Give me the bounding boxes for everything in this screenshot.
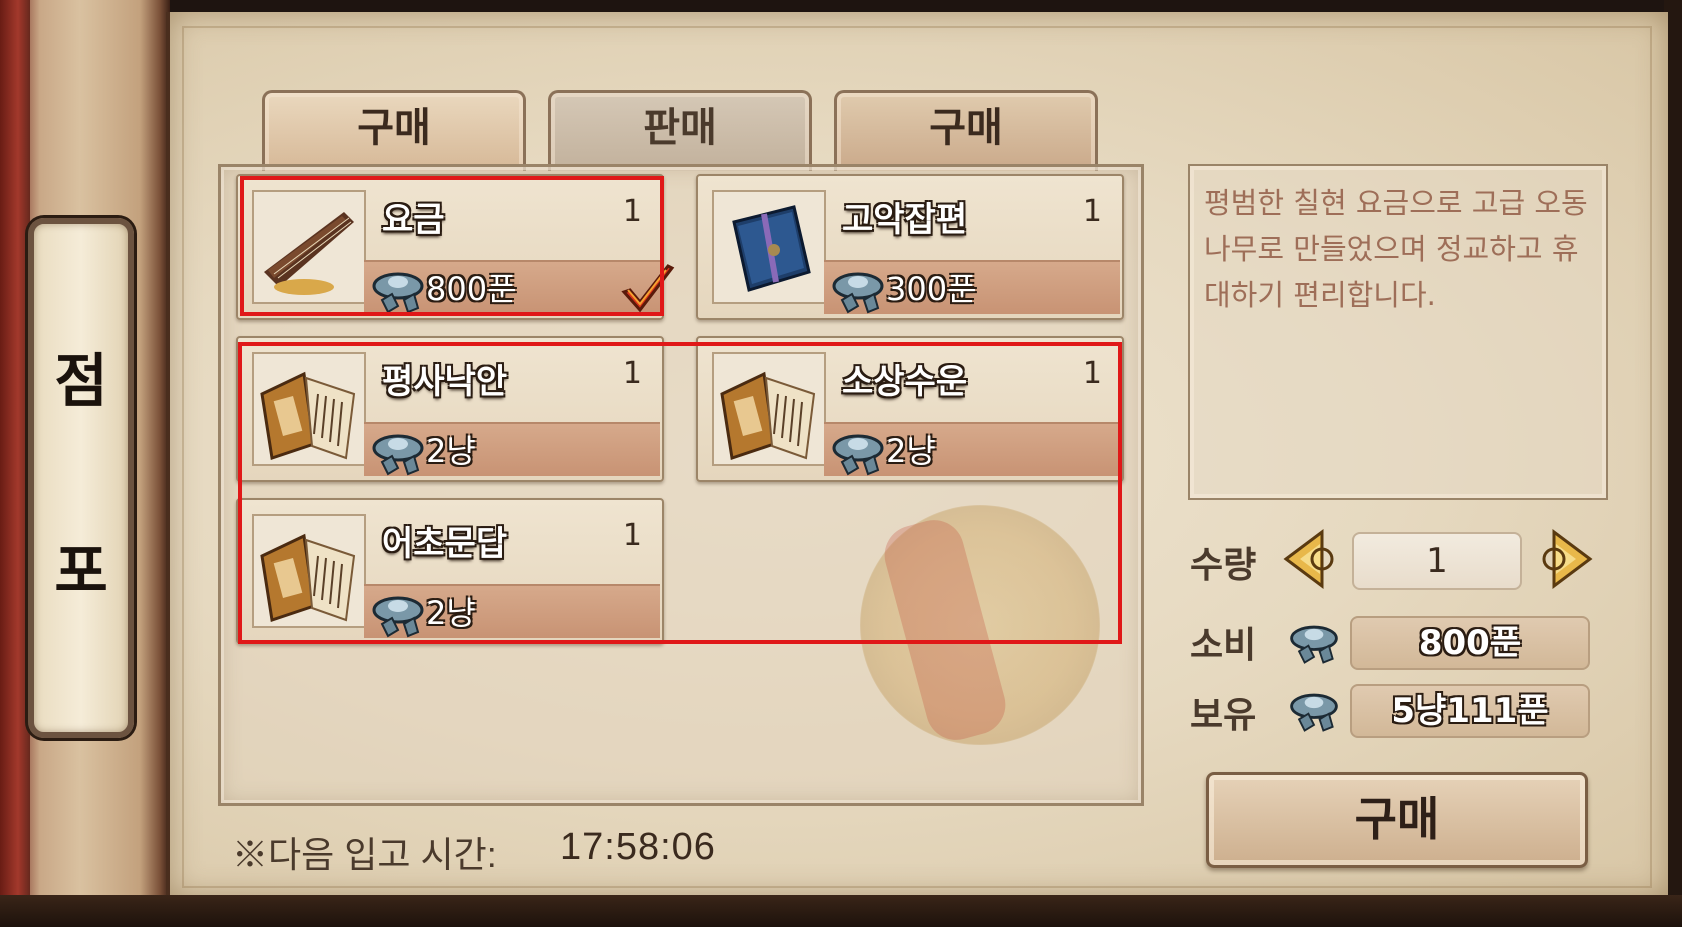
- owned-label: 보유: [1190, 695, 1257, 736]
- silver-ingot-icon: [368, 584, 428, 644]
- item-description-box: 평범한 칠현 요금으로 고급 오동나무로 만들었으며 정교하고 휴대하기 편리합…: [1188, 164, 1608, 500]
- item-price: 800푼: [426, 270, 517, 308]
- side-title-scroll: 점 포: [28, 218, 134, 738]
- scroll-book-icon: [252, 514, 366, 628]
- side-title-top: 점: [54, 347, 108, 415]
- silver-ingot-icon: [368, 260, 428, 320]
- item-name: 소상수운: [842, 362, 968, 402]
- side-panel: 점 포: [0, 0, 170, 927]
- owned-value: 5냥111푼: [1350, 684, 1590, 738]
- restock-time: 17:58:06: [560, 826, 716, 868]
- item-price: 2냥: [886, 432, 936, 470]
- item-description: 평범한 칠현 요금으로 고급 오동나무로 만들었으며 정교하고 휴대하기 편리합…: [1204, 186, 1588, 312]
- buy-button[interactable]: 구매: [1206, 772, 1588, 868]
- item-qty: 1: [1082, 356, 1102, 391]
- item-name: 요금: [382, 200, 445, 240]
- zither-icon: [252, 190, 366, 304]
- selected-check-icon: [618, 262, 678, 322]
- restock-label: ※다음 입고 시간:: [232, 834, 497, 875]
- item-card-goakjappyeon[interactable]: 고악잡편 1 300푼: [696, 174, 1124, 320]
- tab-buy[interactable]: 구매: [262, 90, 526, 171]
- item-name: 어초문답: [382, 524, 508, 564]
- cost-value: 800푼: [1350, 616, 1590, 670]
- item-price: 2냥: [426, 432, 476, 470]
- tab-buy-2[interactable]: 구매: [834, 90, 1098, 171]
- tab-sell[interactable]: 판매: [548, 90, 812, 171]
- silver-ingot-icon: [368, 422, 428, 482]
- item-card-pyeongsanakan[interactable]: 평사낙안 1 2냥: [236, 336, 664, 482]
- side-decoration: [0, 0, 30, 927]
- item-name: 평사낙안: [382, 362, 508, 402]
- cost-label: 소비: [1190, 625, 1257, 666]
- decrease-quantity-button[interactable]: [1282, 528, 1344, 590]
- frame-bottom: [0, 895, 1682, 927]
- silver-ingot-icon: [828, 422, 888, 482]
- silver-ingot-icon: [828, 260, 888, 320]
- scroll-book-icon: [252, 352, 366, 466]
- item-name: 고악잡편: [842, 200, 968, 240]
- item-card-sosangsuun[interactable]: 소상수운 1 2냥: [696, 336, 1124, 482]
- quantity-input[interactable]: 1: [1352, 532, 1522, 590]
- item-price: 2냥: [426, 594, 476, 632]
- scroll-book-icon: [712, 352, 826, 466]
- increase-quantity-button[interactable]: [1532, 528, 1594, 590]
- item-card-yogeum[interactable]: 요금 1 800푼: [236, 174, 664, 320]
- side-title-bottom: 포: [54, 537, 108, 605]
- silver-ingot-icon: [1286, 614, 1342, 670]
- item-qty: 1: [622, 518, 642, 553]
- blue-book-icon: [712, 190, 826, 304]
- item-price: 300푼: [886, 270, 977, 308]
- item-qty: 1: [622, 194, 642, 229]
- quantity-label: 수량: [1190, 545, 1257, 586]
- item-card-eochomundap[interactable]: 어초문답 1 2냥: [236, 498, 664, 644]
- item-qty: 1: [622, 356, 642, 391]
- item-qty: 1: [1082, 194, 1102, 229]
- silver-ingot-icon: [1286, 682, 1342, 738]
